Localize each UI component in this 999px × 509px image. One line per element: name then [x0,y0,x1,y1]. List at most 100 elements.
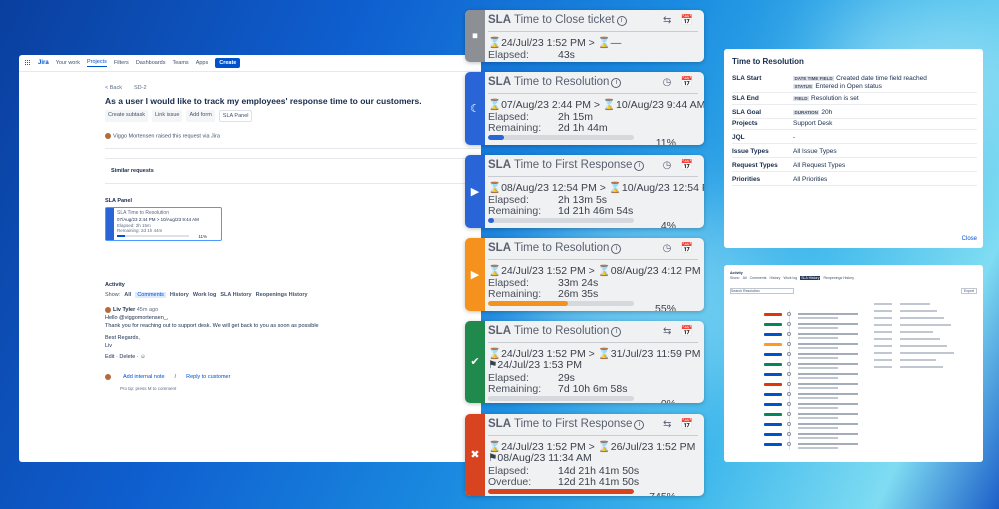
detail-row [874,364,974,371]
divider [488,93,698,94]
add-internal-note[interactable]: Add internal note [123,374,165,380]
event-subtext [798,437,838,439]
show-label: Show: [730,276,740,280]
progress-percent: 11% [655,137,676,145]
create-subtask-button[interactable]: Create subtask [105,110,148,122]
back-link[interactable]: < Back [105,85,122,91]
detail-key: SLA Start [732,75,762,82]
top-nav: Jira Your work Projects Filters Dashboar… [19,55,481,72]
reply-to-customer[interactable]: Reply to customer [186,374,230,380]
export-button[interactable]: Export [960,288,977,294]
status-icon: ▶ [470,267,480,281]
progress-percent: 55% [654,303,676,311]
sla-title: SLA Time to First Response i [488,418,645,430]
tab-sla-history[interactable]: SLA History [800,276,821,280]
timeline-dot [787,312,791,316]
sla-card[interactable]: ✔ SLA Time to Resolution i ⇆ 📅 ⌛24/Jul/23 1:… [465,321,704,403]
filter-all[interactable]: All [124,292,131,298]
detail-row [874,329,974,336]
event-subtext [798,377,838,379]
filter-history[interactable]: History [170,292,189,298]
progress-bar [488,301,634,306]
info-icon[interactable]: i [611,244,622,254]
close-button[interactable]: Close [962,236,977,242]
event-subtext [798,427,838,429]
mini-card-progress [117,235,189,237]
sla-event-tag [764,363,782,366]
nav-dashboards[interactable]: Dashboards [136,60,166,66]
similar-requests[interactable]: Similar requests [111,168,154,174]
info-icon[interactable]: i [616,16,627,26]
tab-comments[interactable]: Comments [750,276,767,280]
filter-reopenings-history[interactable]: Reopenings History [256,292,308,298]
filter-comments[interactable]: Comments [135,292,166,298]
tab-history[interactable]: History [770,276,781,280]
info-icon[interactable]: i [611,327,622,337]
reply-bar: Add internal note / Reply to customer [105,374,230,380]
status-icon: ☾ [470,101,480,115]
detail-value: - [793,134,796,141]
issue-key[interactable]: SD-2 [134,85,147,91]
divider [488,176,698,177]
mini-card-remaining: Remaining: 2d 1h 44m [117,228,163,233]
sla-panel-button[interactable]: SLA Panel [218,110,253,122]
card-action-icons[interactable]: ◷ 📅 [663,243,696,254]
divider [488,342,698,343]
tab-work-log[interactable]: Work log [783,276,797,280]
card-action-icons[interactable]: ⇆ 📅 [663,15,696,26]
filter-work-log[interactable]: Work log [193,292,216,298]
sla-event-tag [764,323,782,326]
sla-card[interactable]: ⏹ SLA Time to Close ticket i ⇆ 📅 ⌛24/Jul/23 … [465,10,704,62]
activity-panel: Activity Show: All Comments History Work… [724,265,983,462]
detail-row [874,322,974,329]
nav-your-work[interactable]: Your work [56,60,80,66]
create-button[interactable]: Create [215,58,241,68]
reply-separator: / [174,374,177,380]
row-divider [732,129,977,130]
info-icon[interactable]: i [634,161,645,171]
sla-dates: ⌛08/Aug/23 12:54 PM > ⌛10/Aug/23 12:54 P… [488,182,704,194]
app-switcher-icon[interactable] [25,60,31,66]
sla-card[interactable]: ▶ SLA Time to Resolution i ◷ 📅 ⌛24/Jul/23 1:… [465,238,704,311]
add-form-button[interactable]: Add form [186,110,215,122]
card-action-icons[interactable]: ◷ 📅 [663,160,696,171]
sla-card[interactable]: ☾ SLA Time to Resolution i ◷ 📅 ⌛07/Aug/23 2:… [465,72,704,145]
mini-sla-card[interactable]: SLA Time to Resolution 07/Aug/23 2:44 PM… [105,207,222,241]
card-action-icons[interactable]: ⇆ 📅 [663,419,696,430]
sla-event-tag [764,423,782,426]
nav-apps[interactable]: Apps [196,60,209,66]
info-icon[interactable]: i [634,420,645,430]
overdue-value: 12d 21h 41m 50s [558,476,640,488]
avatar [105,133,111,139]
event-text [798,433,858,435]
issue-toolbar: Create subtask Link issue Add form SLA P… [105,110,253,122]
filter-sla-history[interactable]: SLA History [220,292,251,298]
issue-title: As a user I would like to track my emplo… [105,96,422,106]
nav-filters[interactable]: Filters [114,60,129,66]
tab-all[interactable]: All [743,276,747,280]
sla-event-tag [764,433,782,436]
sla-event-tag [764,413,782,416]
tab-reopenings-history[interactable]: Reopenings History [823,276,854,280]
nav-teams[interactable]: Teams [172,60,188,66]
sla-event-tag [764,393,782,396]
search-input[interactable]: Search Resolution [730,288,794,294]
timeline-dot [787,412,791,416]
event-text [798,323,858,325]
progress-bar [488,135,634,140]
sla-card[interactable]: ▶ SLA Time to First Response i ◷ 📅 ⌛08/Aug/2… [465,155,704,228]
mini-card-strip [106,208,114,240]
comment-actions[interactable]: Edit · Delete · ☺ [105,353,319,361]
row-divider [732,92,977,93]
sla-card[interactable]: ✖ SLA Time to First Response i ⇆ 📅 ⌛24/Jul/2… [465,414,704,496]
sla-dates: ⌛24/Jul/23 1:52 PM > ⌛08/Aug/23 4:12 PM [488,265,701,277]
raised-by: Viggo Mortensen raised this request via … [105,133,220,139]
jira-logo[interactable]: Jira [38,60,49,66]
card-action-icons[interactable]: ◷ 📅 [663,77,696,88]
card-action-icons[interactable]: ⇆ 📅 [663,326,696,337]
nav-projects[interactable]: Projects [86,59,107,67]
comment-author[interactable]: Liv Tyler [113,307,135,313]
event-text [798,383,858,385]
info-icon[interactable]: i [611,78,622,88]
link-issue-button[interactable]: Link issue [152,110,183,122]
